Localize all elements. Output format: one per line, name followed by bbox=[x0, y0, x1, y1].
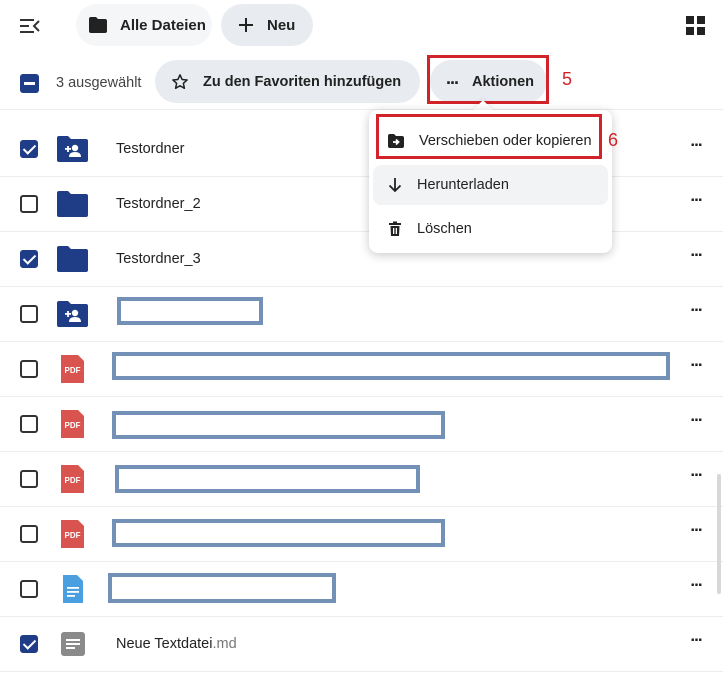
more-options-icon[interactable]: ... bbox=[684, 297, 708, 325]
top-bar: Alle Dateien Neu bbox=[0, 0, 723, 52]
row-checkbox[interactable] bbox=[20, 415, 38, 433]
more-options-icon[interactable]: ... bbox=[684, 627, 708, 655]
shared-folder-icon bbox=[57, 301, 88, 327]
menu-item-move-or-copy[interactable]: Verschieben oder kopieren bbox=[373, 121, 608, 161]
row-checkbox[interactable] bbox=[20, 360, 38, 378]
breadcrumb-label: Alle Dateien bbox=[120, 16, 206, 34]
row-checkbox[interactable] bbox=[20, 305, 38, 323]
menu-item-label: Verschieben oder kopieren bbox=[419, 133, 592, 149]
more-options-icon[interactable]: ... bbox=[684, 572, 708, 600]
star-icon bbox=[172, 73, 188, 89]
row-checkbox[interactable] bbox=[20, 635, 38, 653]
more-options-icon[interactable]: ... bbox=[684, 187, 708, 215]
row-checkbox[interactable] bbox=[20, 250, 38, 268]
shared-folder-icon bbox=[57, 136, 88, 162]
menu-item-label: Löschen bbox=[417, 221, 472, 237]
redacted-file-name bbox=[112, 411, 445, 439]
menu-item-label: Herunterladen bbox=[417, 177, 509, 193]
new-button-label: Neu bbox=[267, 16, 296, 34]
redacted-file-name bbox=[115, 465, 420, 493]
table-row[interactable]: Testordner_3 ... bbox=[0, 232, 723, 287]
file-name[interactable]: Neue Textdatei.md bbox=[116, 636, 237, 652]
pdf-file-icon: PDF bbox=[61, 355, 84, 383]
add-to-favorites-button[interactable]: Zu den Favoriten hinzufügen bbox=[155, 60, 420, 103]
table-row[interactable]: PDF ... bbox=[0, 452, 723, 507]
menu-item-download[interactable]: Herunterladen bbox=[373, 165, 608, 205]
selection-count: 3 ausgewählt bbox=[56, 75, 142, 91]
markdown-file-icon bbox=[61, 632, 85, 656]
redacted-file-name bbox=[108, 573, 336, 603]
table-row[interactable]: PDF ... bbox=[0, 507, 723, 562]
pdf-file-icon: PDF bbox=[61, 410, 84, 438]
table-row[interactable]: Testordner_2 ... bbox=[0, 177, 723, 232]
table-row[interactable]: ... bbox=[0, 287, 723, 342]
folder-icon bbox=[57, 191, 88, 217]
table-row[interactable]: PDF ... bbox=[0, 342, 723, 397]
new-button[interactable]: Neu bbox=[221, 4, 313, 46]
row-checkbox[interactable] bbox=[20, 525, 38, 543]
row-checkbox[interactable] bbox=[20, 195, 38, 213]
folder-move-icon bbox=[388, 134, 404, 148]
all-files-breadcrumb[interactable]: Alle Dateien bbox=[76, 4, 212, 46]
arrow-down-icon bbox=[388, 178, 402, 193]
actions-button[interactable]: ... Aktionen bbox=[430, 60, 547, 103]
more-options-icon[interactable]: ... bbox=[684, 132, 708, 160]
redacted-file-name bbox=[112, 519, 445, 547]
svg-text:PDF: PDF bbox=[65, 476, 81, 485]
table-row[interactable]: Neue Textdatei.md ... bbox=[0, 617, 723, 672]
row-checkbox[interactable] bbox=[20, 580, 38, 598]
svg-text:PDF: PDF bbox=[65, 531, 81, 540]
more-options-icon[interactable]: ... bbox=[684, 407, 708, 435]
text-file-icon bbox=[63, 575, 83, 603]
redacted-file-name bbox=[117, 297, 263, 325]
svg-text:PDF: PDF bbox=[65, 421, 81, 430]
file-name[interactable]: Testordner_2 bbox=[116, 196, 201, 212]
folder-icon bbox=[57, 246, 88, 272]
selection-bar: 3 ausgewählt Zu den Favoriten hinzufügen… bbox=[0, 52, 723, 110]
svg-text:PDF: PDF bbox=[65, 366, 81, 375]
more-dots-icon: ... bbox=[446, 67, 459, 88]
file-list: Testordner ... Testordner_2 ... Testordn… bbox=[0, 122, 723, 672]
trash-icon bbox=[389, 221, 401, 236]
favorite-label: Zu den Favoriten hinzufügen bbox=[203, 73, 402, 90]
more-options-icon[interactable]: ... bbox=[684, 517, 708, 545]
plus-icon bbox=[239, 18, 253, 32]
row-checkbox[interactable] bbox=[20, 470, 38, 488]
actions-label: Aktionen bbox=[472, 73, 535, 90]
file-name[interactable]: Testordner_3 bbox=[116, 251, 201, 267]
folder-icon bbox=[89, 17, 107, 33]
row-checkbox[interactable] bbox=[20, 140, 38, 158]
more-options-icon[interactable]: ... bbox=[684, 462, 708, 490]
pdf-file-icon: PDF bbox=[61, 465, 84, 493]
file-extension: .md bbox=[212, 636, 237, 652]
scrollbar[interactable] bbox=[717, 474, 721, 594]
select-all-checkbox[interactable] bbox=[20, 74, 39, 93]
table-row[interactable]: ... bbox=[0, 562, 723, 617]
actions-menu: Verschieben oder kopieren Herunterladen … bbox=[369, 110, 612, 253]
annotation-step-5: 5 bbox=[562, 69, 573, 89]
pdf-file-icon: PDF bbox=[61, 520, 84, 548]
table-row[interactable]: PDF ... bbox=[0, 397, 723, 452]
grid-view-icon[interactable] bbox=[686, 16, 705, 35]
menu-toggle-icon[interactable] bbox=[18, 15, 42, 37]
more-options-icon[interactable]: ... bbox=[684, 352, 708, 380]
file-name[interactable]: Testordner bbox=[116, 141, 185, 157]
annotation-step-6: 6 bbox=[608, 130, 619, 150]
menu-item-delete[interactable]: Löschen bbox=[373, 209, 608, 249]
redacted-file-name bbox=[112, 352, 670, 380]
more-options-icon[interactable]: ... bbox=[684, 242, 708, 270]
